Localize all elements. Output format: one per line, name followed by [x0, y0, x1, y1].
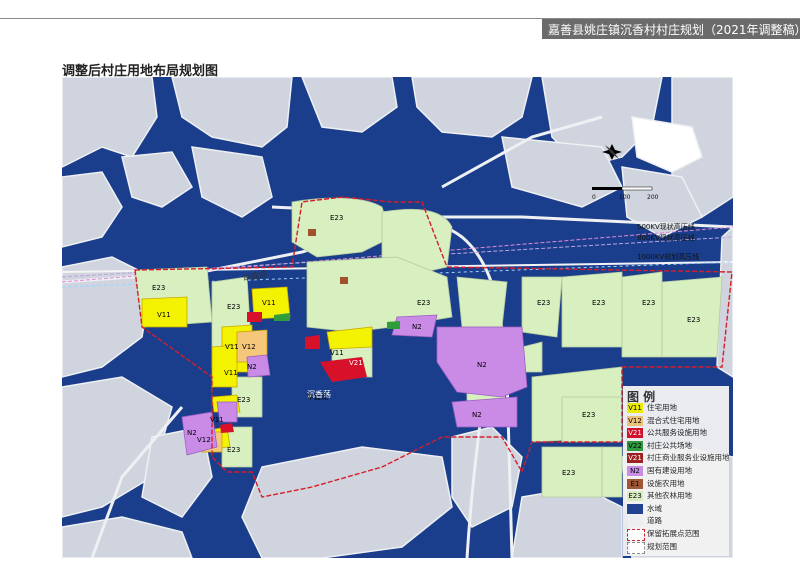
power-line-label-1000kv: 1000KV规划高压线	[637, 252, 699, 261]
legend-item: N2 国有建设用地	[627, 465, 731, 477]
legend-swatch: N2	[627, 466, 643, 476]
legend-label: 规划范围	[647, 541, 677, 551]
svg-text:V12: V12	[197, 436, 211, 444]
svg-text:V12: V12	[242, 343, 256, 351]
legend-item: V22 村庄公共场地	[627, 440, 731, 452]
legend-swatch: V11	[627, 403, 643, 413]
road-label: 申嘉湖	[242, 268, 268, 284]
svg-text:E23: E23	[330, 214, 343, 222]
legend-swatch	[627, 516, 643, 527]
legend-swatch	[627, 529, 645, 541]
svg-text:E23: E23	[227, 446, 240, 454]
legend-label: 水域	[647, 503, 662, 513]
svg-text:E23: E23	[227, 303, 240, 311]
legend-item: 水域	[627, 503, 731, 515]
svg-text:N2: N2	[477, 361, 487, 369]
svg-text:V21: V21	[349, 359, 363, 367]
legend-label: 村庄商业服务业设施用地	[647, 453, 730, 463]
power-line-label-800kv: 800KV现状高压线	[637, 233, 695, 242]
svg-text:V11: V11	[157, 311, 171, 319]
legend-item: 道路	[627, 515, 731, 527]
legend-label: 国有建设用地	[647, 466, 692, 475]
document-title: 嘉善县姚庄镇沉香村村庄规划（2021年调整稿）	[548, 23, 800, 37]
svg-text:V11: V11	[262, 299, 276, 307]
svg-text:0: 0	[592, 194, 596, 201]
legend-item: V21 公共服务设施用地	[627, 427, 731, 439]
legend-swatch: E23	[627, 491, 643, 502]
legend-swatch: V22	[627, 440, 643, 451]
legend-item: E1 设施农用地	[627, 478, 731, 490]
legend-swatch: V21	[627, 428, 643, 439]
svg-text:E23: E23	[562, 469, 575, 477]
legend-label: 住宅用地	[647, 403, 677, 412]
svg-text:E23: E23	[237, 396, 250, 404]
svg-text:E23: E23	[152, 284, 165, 292]
legend-label: 混合式住宅用地	[647, 415, 700, 425]
legend-item: V11 住宅用地	[627, 402, 731, 414]
svg-text:V11: V11	[330, 349, 344, 357]
svg-text:E23: E23	[687, 316, 700, 324]
svg-text:N2: N2	[187, 429, 197, 437]
legend-label: 道路	[647, 516, 662, 526]
legend-item: V12 混合式住宅用地	[627, 415, 731, 427]
legend-swatch	[627, 541, 645, 554]
legend-item: 规划范围	[627, 541, 731, 554]
svg-text:E23: E23	[582, 411, 595, 419]
map-legend: 图 例 V11 住宅用地 V12 混合式住宅用地 V21 公共服务设施用地 V22 村庄公共场…	[623, 386, 731, 556]
legend-label: 保留拓展点范围	[647, 529, 700, 538]
svg-text:V11: V11	[225, 343, 239, 351]
legend-item: E23 其他农林用地	[627, 490, 731, 502]
legend-label: 设施农用地	[647, 478, 685, 488]
svg-text:V11: V11	[224, 369, 238, 377]
legend-label: 公共服务设施用地	[647, 428, 707, 438]
svg-text:100: 100	[619, 194, 631, 201]
legend-swatch	[627, 503, 643, 514]
svg-text:E23: E23	[592, 299, 605, 307]
legend-label: 其他农林用地	[647, 491, 692, 501]
lake-label: 沉香荡	[307, 389, 331, 399]
legend-swatch: V21	[627, 453, 643, 464]
svg-text:E23: E23	[537, 299, 550, 307]
svg-text:V11: V11	[210, 416, 224, 424]
svg-text:E23: E23	[417, 299, 430, 307]
legend-item: V21 村庄商业服务业设施用地	[627, 452, 731, 464]
svg-text:200: 200	[647, 194, 659, 201]
legend-item: 保留拓展点范围	[627, 528, 731, 541]
svg-text:N2: N2	[472, 411, 482, 419]
svg-text:N2: N2	[247, 363, 257, 371]
legend-swatch: E1	[627, 478, 643, 489]
legend-swatch: V12	[627, 415, 643, 426]
svg-text:E23: E23	[642, 299, 655, 307]
legend-label: 村庄公共场地	[647, 440, 692, 450]
power-line-label-500kv: 500KV现状高压线	[637, 222, 695, 231]
svg-text:N2: N2	[412, 323, 422, 331]
